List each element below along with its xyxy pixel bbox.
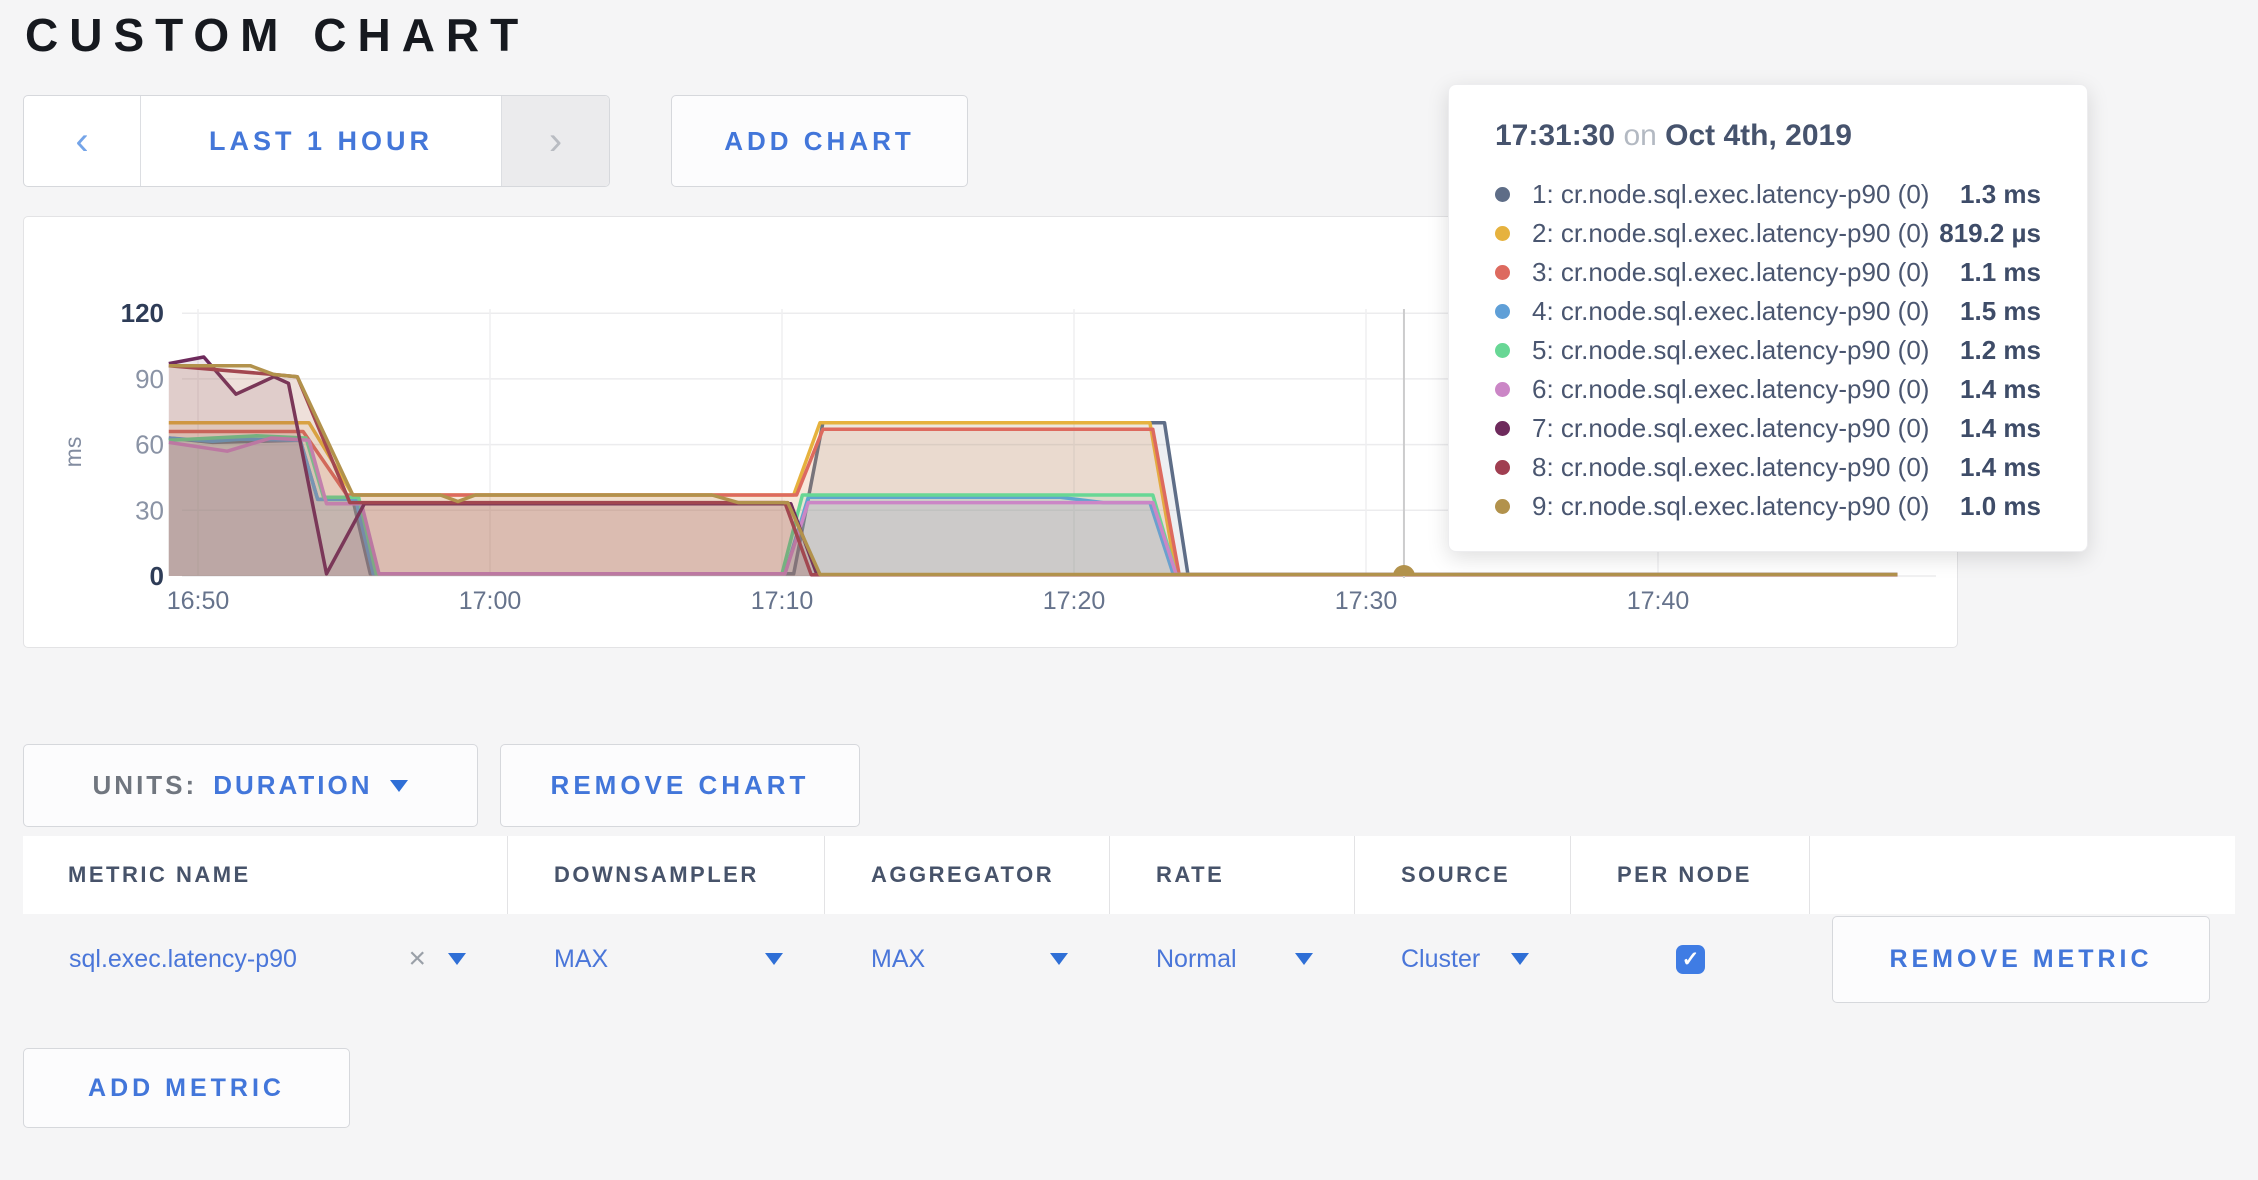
downsampler-cell: MAX [508,945,825,974]
series-label: 6: cr.node.sql.exec.latency-p90 (0) [1532,374,1960,405]
tooltip-on-word: on [1623,119,1656,152]
tooltip-series-row: 1: cr.node.sql.exec.latency-p90 (0)1.3 m… [1495,175,2041,214]
units-label: UNITS: [93,770,198,801]
remove-metric-button[interactable]: REMOVE METRIC [1832,916,2210,1003]
series-value: 1.2 ms [1960,335,2041,366]
source-cell: Cluster [1355,945,1571,974]
chevron-down-icon[interactable] [765,953,783,965]
time-range-prev-button[interactable]: ‹ [24,96,140,186]
check-icon: ✓ [1682,947,1700,972]
series-label: 7: cr.node.sql.exec.latency-p90 (0) [1532,413,1960,444]
series-dot-icon [1495,499,1510,514]
tooltip-series-row: 5: cr.node.sql.exec.latency-p90 (0)1.2 m… [1495,331,2041,370]
tooltip-series-row: 2: cr.node.sql.exec.latency-p90 (0)819.2… [1495,214,2041,253]
units-dropdown[interactable]: UNITS: DURATION [23,744,478,827]
metrics-table-header: METRIC NAME DOWNSAMPLER AGGREGATOR RATE … [23,836,2235,914]
per-node-checkbox[interactable]: ✓ [1676,945,1705,974]
series-value: 1.4 ms [1960,452,2041,483]
series-dot-icon [1495,265,1510,280]
add-metric-button[interactable]: ADD METRIC [23,1048,350,1128]
series-label: 9: cr.node.sql.exec.latency-p90 (0) [1532,491,1960,522]
series-value: 1.4 ms [1960,413,2041,444]
aggregator-dropdown[interactable]: MAX [871,945,1050,974]
series-dot-icon [1495,421,1510,436]
col-header-downsampler: DOWNSAMPLER [508,836,825,914]
svg-text:ms: ms [60,437,86,468]
svg-text:17:20: 17:20 [1043,587,1106,615]
series-dot-icon [1495,304,1510,319]
chevron-left-icon: ‹ [75,119,88,164]
series-dot-icon [1495,343,1510,358]
tooltip-series-row: 4: cr.node.sql.exec.latency-p90 (0)1.5 m… [1495,292,2041,331]
metric-name-dropdown[interactable]: sql.exec.latency-p90 [69,945,408,974]
series-value: 1.0 ms [1960,491,2041,522]
aggregator-cell: MAX [825,945,1110,974]
tooltip-date: Oct 4th, 2019 [1665,119,1852,152]
svg-text:120: 120 [121,298,164,328]
source-dropdown[interactable]: Cluster [1401,945,1511,974]
svg-text:17:40: 17:40 [1627,587,1690,615]
col-header-metric-name: METRIC NAME [23,836,508,914]
col-header-rate: RATE [1110,836,1355,914]
units-value: DURATION [213,770,372,801]
page-title: CUSTOM CHART [25,8,529,62]
actions-cell: REMOVE METRIC [1810,916,2235,1003]
rate-dropdown[interactable]: Normal [1156,945,1295,974]
chevron-down-icon[interactable] [1511,953,1529,965]
series-dot-icon [1495,187,1510,202]
metric-table-row: sql.exec.latency-p90 × MAX MAX Normal Cl… [23,914,2235,1004]
svg-text:17:00: 17:00 [459,587,522,615]
series-label: 1: cr.node.sql.exec.latency-p90 (0) [1532,179,1960,210]
tooltip-series-row: 9: cr.node.sql.exec.latency-p90 (0)1.0 m… [1495,487,2041,526]
metric-name-cell: sql.exec.latency-p90 × [23,942,508,976]
chevron-down-icon [390,780,408,792]
tooltip-series-row: 6: cr.node.sql.exec.latency-p90 (0)1.4 m… [1495,370,2041,409]
series-value: 819.2 µs [1939,218,2041,249]
series-value: 1.1 ms [1960,257,2041,288]
series-label: 8: cr.node.sql.exec.latency-p90 (0) [1532,452,1960,483]
col-header-aggregator: AGGREGATOR [825,836,1110,914]
tooltip-series-row: 3: cr.node.sql.exec.latency-p90 (0)1.1 m… [1495,253,2041,292]
chart-hover-tooltip: 17:31:30 on Oct 4th, 2019 1: cr.node.sql… [1448,84,2088,552]
time-range-selector: ‹ LAST 1 HOUR › [23,95,610,187]
tooltip-series-row: 7: cr.node.sql.exec.latency-p90 (0)1.4 m… [1495,409,2041,448]
series-value: 1.5 ms [1960,296,2041,327]
time-range-value[interactable]: LAST 1 HOUR [140,96,501,186]
chevron-down-icon[interactable] [1050,953,1068,965]
series-label: 3: cr.node.sql.exec.latency-p90 (0) [1532,257,1960,288]
svg-text:60: 60 [135,430,164,460]
chevron-right-icon: › [549,119,562,164]
svg-text:16:50: 16:50 [167,587,230,615]
series-label: 2: cr.node.sql.exec.latency-p90 (0) [1532,218,1939,249]
series-value: 1.3 ms [1960,179,2041,210]
svg-text:90: 90 [135,364,164,394]
tooltip-time: 17:31:30 [1495,119,1615,152]
downsampler-dropdown[interactable]: MAX [554,945,765,974]
svg-text:17:10: 17:10 [751,587,814,615]
rate-cell: Normal [1110,945,1355,974]
svg-text:0: 0 [150,561,164,591]
series-label: 5: cr.node.sql.exec.latency-p90 (0) [1532,335,1960,366]
series-dot-icon [1495,226,1510,241]
svg-text:17:30: 17:30 [1335,587,1398,615]
add-chart-button[interactable]: ADD CHART [671,95,968,187]
series-label: 4: cr.node.sql.exec.latency-p90 (0) [1532,296,1960,327]
clear-metric-icon[interactable]: × [408,942,426,976]
series-dot-icon [1495,382,1510,397]
remove-chart-button[interactable]: REMOVE CHART [500,744,860,827]
svg-text:30: 30 [135,495,164,525]
col-header-source: SOURCE [1355,836,1571,914]
time-range-next-button[interactable]: › [501,96,609,186]
col-header-per-node: PER NODE [1571,836,1810,914]
tooltip-title: 17:31:30 on Oct 4th, 2019 [1495,119,2041,153]
tooltip-series-list: 1: cr.node.sql.exec.latency-p90 (0)1.3 m… [1495,175,2041,526]
tooltip-series-row: 8: cr.node.sql.exec.latency-p90 (0)1.4 m… [1495,448,2041,487]
col-header-actions [1810,836,2235,914]
series-value: 1.4 ms [1960,374,2041,405]
chevron-down-icon[interactable] [448,953,466,965]
per-node-cell: ✓ [1571,945,1810,974]
series-dot-icon [1495,460,1510,475]
chevron-down-icon[interactable] [1295,953,1313,965]
